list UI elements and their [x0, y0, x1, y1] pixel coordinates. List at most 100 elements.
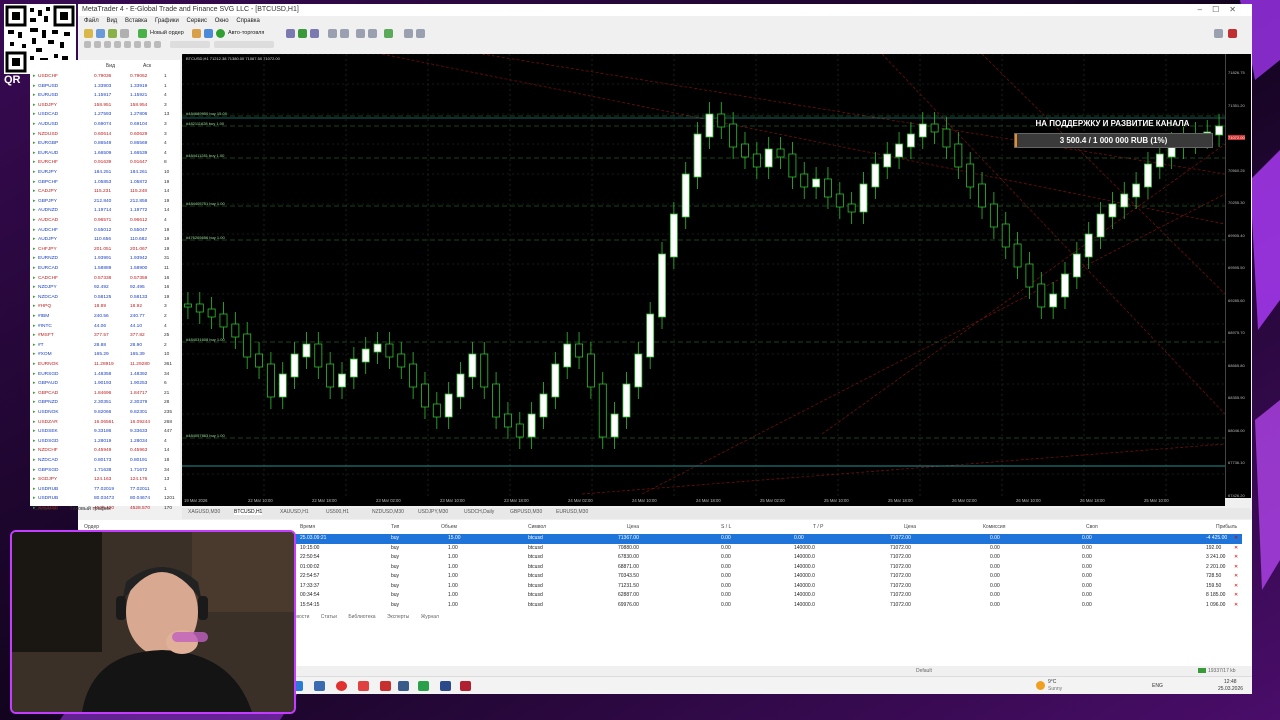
- metaeditor-icon[interactable]: [192, 29, 201, 38]
- menu-file[interactable]: Файл: [84, 18, 99, 24]
- symbol-row[interactable]: ▸ GBPAUD 1.90193 1.90253 6: [30, 379, 180, 389]
- symbol-row[interactable]: ▸ #MSFT 377.57 377.82 25: [30, 331, 180, 341]
- account-icon[interactable]: [1228, 29, 1237, 38]
- col-sl[interactable]: S / L: [721, 524, 731, 530]
- col-tp[interactable]: T / P: [813, 524, 823, 530]
- symbol-row[interactable]: ▸ EURJPY 184.251 184.261 10: [30, 168, 180, 178]
- new-order-icon[interactable]: [138, 29, 147, 38]
- trade-row[interactable]: 22:50:54 buy 1.00 btcusd 67830.00 0.00 140000.…: [290, 553, 1242, 563]
- col-volume[interactable]: Объем: [441, 524, 457, 530]
- periods-icon[interactable]: [404, 29, 413, 38]
- autotrade-button[interactable]: Авто-торговля: [228, 28, 264, 38]
- crosshair-icon[interactable]: [94, 41, 101, 48]
- symbol-row[interactable]: ▸ EURUSD 1.15917 1.15921 4: [30, 91, 180, 101]
- close-order-icon[interactable]: ✕: [1234, 582, 1238, 592]
- app-capture-icon[interactable]: [460, 681, 471, 691]
- symbol-row[interactable]: ▸ EURAUD 1.66509 1.66539 4: [30, 149, 180, 159]
- close-order-icon[interactable]: ✕: [1234, 534, 1238, 544]
- language-indicator[interactable]: ENG: [1152, 683, 1163, 689]
- symbol-row[interactable]: ▸ USDCAD 1.27593 1.27806 13: [30, 110, 180, 120]
- chart-tab[interactable]: USDJPY,M30: [418, 509, 448, 515]
- trade-row[interactable]: 25.03.09:21 buy 15.00 btcusd 71367.00 0.00 0.0…: [290, 534, 1242, 544]
- symbol-row[interactable]: ▸ USDNOK 9.82066 9.82301 235: [30, 408, 180, 418]
- symbol-row[interactable]: ▸ USDZAR 16.06561 16.09244 268: [30, 418, 180, 428]
- close-order-icon[interactable]: ✕: [1234, 591, 1238, 601]
- symbol-row[interactable]: ▸ EURSGD 1.48358 1.48392 34: [30, 370, 180, 380]
- symbol-row[interactable]: ▸ NZDCAD 0.58125 0.58133 19: [30, 293, 180, 303]
- menu-tools[interactable]: Сервис: [186, 18, 207, 24]
- bar-chart-icon[interactable]: [286, 29, 295, 38]
- col-type[interactable]: Тип: [391, 524, 399, 530]
- chrome-icon[interactable]: [336, 681, 347, 691]
- tab-symbols[interactable]: Символы: [34, 506, 58, 512]
- chart-tab[interactable]: XAGUSD,M30: [188, 509, 220, 515]
- candles-icon[interactable]: [298, 29, 307, 38]
- trade-row[interactable]: 10:15:00 buy 1.00 btcusd 70880.00 0.00 140000.…: [290, 544, 1242, 554]
- chart-tab[interactable]: EURUSD,M30: [556, 509, 588, 515]
- symbol-row[interactable]: ▸ NZDUSD 0.60614 0.60629 3: [30, 130, 180, 140]
- trade-row[interactable]: 17:33:37 buy 1.00 btcusd 71231.50 0.00 140000.…: [290, 582, 1242, 592]
- clock-time[interactable]: 12:48: [1224, 679, 1237, 685]
- strategy-icon[interactable]: [204, 29, 213, 38]
- menu-help[interactable]: Справка: [236, 18, 260, 24]
- profiles-icon[interactable]: [96, 29, 105, 38]
- templates-icon[interactable]: [416, 29, 425, 38]
- close-order-icon[interactable]: ✕: [1234, 601, 1238, 611]
- navigator-icon[interactable]: [120, 29, 129, 38]
- symbol-row[interactable]: ▸ EURGBP 0.86549 0.86569 4: [30, 139, 180, 149]
- trade-row[interactable]: 22:54:57 buy 1.00 btcusd 70343.50 0.00 140000.…: [290, 572, 1242, 582]
- tile-icon[interactable]: [356, 29, 365, 38]
- tab-journal[interactable]: Журнал: [421, 614, 439, 620]
- symbol-row[interactable]: ▸ USDCHF 0.79036 0.79062 1: [30, 72, 180, 82]
- new-order-button[interactable]: Новый ордер: [150, 28, 184, 38]
- timeframe-buttons[interactable]: [214, 41, 274, 48]
- symbol-row[interactable]: ▸ CHFJPY 201.051 201.067 19: [30, 245, 180, 255]
- col-profit[interactable]: Прибыль: [1216, 524, 1237, 530]
- symbol-row[interactable]: ▸ USDRUB 77.02019 77.02011 1: [30, 485, 180, 495]
- symbol-row[interactable]: ▸ GBPNZD 2.30351 2.30379 28: [30, 398, 180, 408]
- symbol-row[interactable]: ▸ #XOM 165.29 165.39 10: [30, 350, 180, 360]
- symbol-row[interactable]: ▸ AUDCHF 0.55012 0.55047 19: [30, 226, 180, 236]
- line-chart-icon[interactable]: [310, 29, 319, 38]
- zoom-out-icon[interactable]: [340, 29, 349, 38]
- header-bid[interactable]: Бид: [106, 63, 115, 69]
- symbol-row[interactable]: ▸ NZDCAD 0.80173 0.80191 18: [30, 456, 180, 466]
- trade-row[interactable]: 00:34:54 buy 1.00 btcusd 62887.00 0.00 140000.…: [290, 591, 1242, 601]
- fibo-icon[interactable]: [144, 41, 151, 48]
- symbol-row[interactable]: ▸ EURCAD 1.58889 1.58900 11: [30, 264, 180, 274]
- autoscroll-icon[interactable]: [368, 29, 377, 38]
- symbol-row[interactable]: ▸ NZDJPY 92.492 92.495 16: [30, 283, 180, 293]
- symbol-row[interactable]: ▸ AUDUSD 0.69074 0.69104 3: [30, 120, 180, 130]
- menu-window[interactable]: Окно: [215, 18, 229, 24]
- tab-experts[interactable]: Эксперты: [387, 614, 409, 620]
- period-buttons[interactable]: [170, 41, 210, 48]
- col-commission[interactable]: Комиссия: [983, 524, 1005, 530]
- symbol-row[interactable]: ▸ AUDCAD 0.96571 0.96612 4: [30, 216, 180, 226]
- text-tool-icon[interactable]: [154, 41, 161, 48]
- autotrade-icon[interactable]: [216, 29, 225, 38]
- header-ask[interactable]: Аск: [143, 63, 151, 69]
- channel-icon[interactable]: [134, 41, 141, 48]
- close-order-icon[interactable]: ✕: [1234, 544, 1238, 554]
- chart-tab[interactable]: US500,H1: [326, 509, 349, 515]
- symbol-row[interactable]: ▸ USDJPY 158.951 158.954 3: [30, 101, 180, 111]
- steam-icon[interactable]: [440, 681, 451, 691]
- tab-tick-chart[interactable]: Тиковый график: [69, 506, 110, 512]
- symbol-row[interactable]: ▸ EURNZD 1.93991 1.93942 31: [30, 254, 180, 264]
- symbol-row[interactable]: ▸ #IBM 240.56 240.77 2: [30, 312, 180, 322]
- app-red-icon[interactable]: [380, 681, 391, 691]
- symbol-row[interactable]: ▸ GBPSGD 1.71638 1.71672 34: [30, 466, 180, 476]
- col-symbol[interactable]: Символ: [528, 524, 546, 530]
- symbol-row[interactable]: ▸ GBPJPY 212.840 212.858 19: [30, 197, 180, 207]
- search-icon[interactable]: [1214, 29, 1223, 38]
- symbol-row[interactable]: ▸ GBPCAD 1.84696 1.84717 21: [30, 389, 180, 399]
- close-order-icon[interactable]: ✕: [1234, 553, 1238, 563]
- col-time[interactable]: Время: [300, 524, 315, 530]
- chart-tab[interactable]: GBPUSD,M30: [510, 509, 542, 515]
- symbol-row[interactable]: ▸ SGDJPY 124.163 124.176 13: [30, 475, 180, 485]
- symbol-row[interactable]: ▸ CADCHF 0.57338 0.57359 16: [30, 274, 180, 284]
- col-current-price[interactable]: Цена: [904, 524, 916, 530]
- chart-tab[interactable]: USDCH,Daily: [464, 509, 494, 515]
- close-order-icon[interactable]: ✕: [1234, 572, 1238, 582]
- symbol-row[interactable]: ▸ EURNOK 11.28919 11.29280 361: [30, 360, 180, 370]
